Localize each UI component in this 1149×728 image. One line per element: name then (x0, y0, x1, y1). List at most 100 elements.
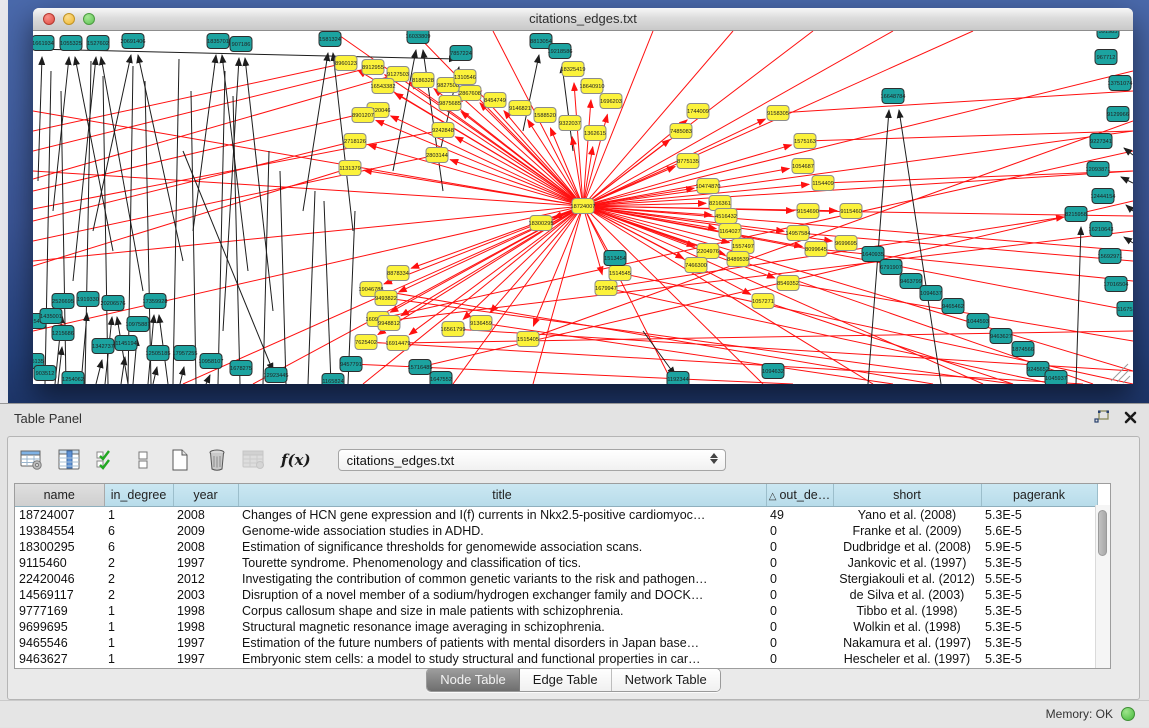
graph-node[interactable]: 9875685 (439, 96, 461, 111)
graph-node[interactable]: 2867608 (459, 86, 481, 101)
graph-node[interactable]: 1640935 (862, 247, 884, 262)
graph-node[interactable]: 18325419 (561, 62, 586, 77)
table-row[interactable]: 2242004622012Investigating the contribut… (15, 571, 1097, 587)
graph-node[interactable]: 20691406 (121, 34, 146, 49)
graph-node[interactable]: 18724007 (571, 199, 596, 214)
graph-node[interactable]: 9463627 (990, 329, 1012, 344)
graph-node[interactable]: 1661934 (33, 36, 54, 51)
graph-node[interactable]: 9948812 (378, 316, 400, 331)
graph-node[interactable]: 15692971 (1098, 249, 1123, 264)
resize-grip-icon[interactable] (1117, 370, 1129, 382)
graph-node[interactable]: 9115460 (840, 204, 862, 219)
graph-node[interactable]: 1919330 (77, 292, 99, 307)
graph-node[interactable]: 10474870 (696, 179, 721, 194)
graph-node[interactable]: 10958107 (199, 354, 224, 369)
column-header-out_de[interactable]: △out_de… (766, 484, 833, 507)
table-row[interactable]: 911546021997Tourette syndrome. Phenomeno… (15, 555, 1097, 571)
graph-node[interactable]: 1044593 (967, 314, 989, 329)
graph-node[interactable]: 10975887 (126, 317, 151, 332)
graph-node[interactable]: 1310546 (454, 70, 476, 85)
graph-node[interactable]: 8099645 (805, 242, 827, 257)
column-header-short[interactable]: short (833, 484, 981, 507)
graph-node[interactable]: 8186328 (412, 73, 434, 88)
tab-node-table[interactable]: Node Table (427, 669, 520, 691)
graph-node[interactable]: 1054687 (792, 159, 814, 174)
graph-node[interactable]: 12444154 (1091, 189, 1116, 204)
graph-node[interactable]: 2526695 (52, 294, 74, 309)
graph-node[interactable]: 9154690 (797, 204, 819, 219)
graph-node[interactable]: 1164027 (719, 224, 741, 239)
graph-node[interactable]: 1679947 (595, 281, 617, 296)
graph-node[interactable]: 1575163 (794, 134, 816, 149)
graph-node[interactable]: 8215958 (1065, 207, 1087, 222)
table-settings-icon[interactable] (18, 446, 46, 474)
graph-node[interactable]: 12923445 (264, 368, 289, 383)
graph-node[interactable]: 1647552 (430, 372, 452, 385)
graph-node[interactable]: 1835701 (207, 34, 229, 49)
table-row[interactable]: 977716911998Corpus callosum shape and si… (15, 603, 1097, 619)
graph-node[interactable]: 8489539 (727, 252, 749, 267)
graph-node[interactable]: 16561799 (441, 322, 466, 337)
graph-node[interactable]: 591985 (1097, 31, 1119, 39)
graph-node[interactable]: 9158305 (767, 106, 789, 121)
graph-node[interactable]: 12093871 (1086, 162, 1111, 177)
graph-node[interactable]: 8549352 (777, 276, 799, 291)
table-row[interactable]: 969969511998Structural magnetic resonanc… (15, 619, 1097, 635)
graph-node[interactable]: 1055325 (60, 36, 82, 51)
graph-node[interactable]: 2204976 (697, 244, 719, 259)
graph-node[interactable]: 1094637 (920, 286, 942, 301)
graph-node[interactable]: 8878334 (387, 266, 409, 281)
graph-node[interactable]: 1744009 (687, 104, 709, 119)
graph-node[interactable]: 7625402 (355, 335, 377, 350)
select-column-icon[interactable] (55, 446, 83, 474)
graph-node[interactable]: 1145194 (115, 336, 137, 351)
graph-node[interactable]: 1874566 (1012, 342, 1034, 357)
network-window-titlebar[interactable]: citations_edges.txt (33, 8, 1133, 31)
column-header-pagerank[interactable]: pagerank (981, 484, 1097, 507)
graph-node[interactable]: 16648784 (881, 89, 906, 104)
close-window-icon[interactable] (43, 13, 55, 25)
graph-node[interactable]: 16914479 (386, 336, 411, 351)
graph-node[interactable]: 6791907 (880, 260, 902, 275)
delete-table-icon[interactable] (203, 446, 231, 474)
column-header-year[interactable]: year (173, 484, 238, 507)
graph-node[interactable]: 1678275 (230, 361, 252, 376)
graph-node[interactable]: 1515405 (517, 332, 539, 347)
graph-node[interactable]: 1094632 (762, 364, 784, 379)
graph-node[interactable]: 1513454 (604, 251, 626, 266)
graph-node[interactable]: 9129966 (1107, 107, 1129, 122)
graph-node[interactable]: 4516432 (715, 209, 737, 224)
graph-node[interactable]: 8960123 (335, 56, 357, 71)
graph-node[interactable]: 8775135 (677, 154, 699, 169)
graph-node[interactable]: 16033809 (406, 31, 431, 44)
graph-node[interactable]: 1192344 (667, 372, 689, 385)
graph-node[interactable]: 1342737 (92, 339, 114, 354)
table-row[interactable]: 1830029562008Estimation of significance … (15, 539, 1097, 555)
graph-node[interactable]: 1131379 (339, 161, 361, 176)
graph-node[interactable]: 14957584 (786, 226, 811, 241)
graph-node[interactable]: 19218586 (548, 44, 573, 59)
graph-node[interactable]: 9322037 (559, 116, 581, 131)
table-select-dropdown[interactable]: citations_edges.txt (338, 449, 726, 471)
graph-node[interactable]: 1527602 (87, 36, 109, 51)
graph-node[interactable]: 8912955 (362, 60, 384, 75)
graph-node[interactable]: 2718126 (344, 134, 366, 149)
column-header-name[interactable]: name (15, 484, 104, 507)
table-row[interactable]: 1938455462009Genome-wide association stu… (15, 523, 1097, 539)
graph-node[interactable]: 1696203 (600, 94, 622, 109)
graph-node[interactable]: 1588520 (534, 108, 556, 123)
graph-node[interactable]: 17359928 (143, 294, 168, 309)
column-header-title[interactable]: title (238, 484, 766, 507)
graph-node[interactable]: 2803144 (426, 148, 448, 163)
graph-node[interactable]: 18300295 (529, 216, 554, 231)
tab-network-table[interactable]: Network Table (612, 669, 720, 691)
graph-node[interactable]: 16543382 (371, 79, 396, 94)
minimize-window-icon[interactable] (63, 13, 75, 25)
graph-node[interactable]: 8454749 (484, 93, 506, 108)
graph-node[interactable]: 1362615 (584, 126, 606, 141)
table-scrollbar[interactable] (1095, 505, 1110, 668)
memory-status-icon[interactable] (1121, 707, 1135, 721)
graph-node[interactable]: 9493822 (375, 291, 397, 306)
table-scrollbar-thumb[interactable] (1098, 510, 1107, 556)
graph-node[interactable]: 1514545 (609, 266, 631, 281)
